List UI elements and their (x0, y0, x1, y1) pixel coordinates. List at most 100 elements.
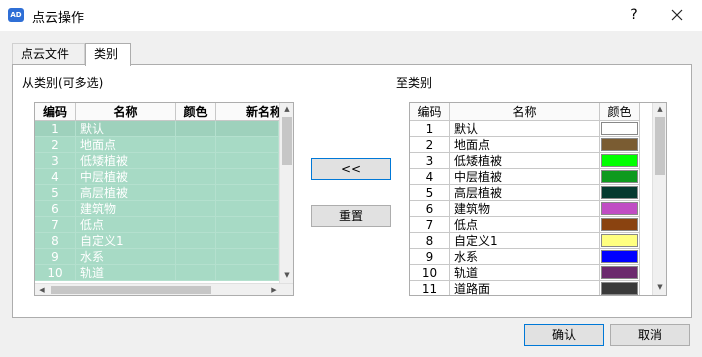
color-swatch (601, 122, 638, 135)
table-row[interactable]: 5 高层植被 (35, 185, 279, 201)
color-swatch (601, 234, 638, 247)
table-row[interactable]: 11 道路面 (410, 281, 652, 295)
app-logo-icon: AD (8, 8, 24, 22)
table-row[interactable]: 1 默认 (410, 121, 652, 137)
code-cell: 8 (35, 233, 76, 249)
color-cell (600, 249, 640, 265)
color-cell (176, 137, 216, 153)
table-row[interactable]: 4 中层植被 (410, 169, 652, 185)
scroll-down-arrow-icon[interactable]: ▼ (653, 281, 666, 293)
help-button[interactable]: ? (624, 5, 644, 25)
code-cell: 3 (35, 153, 76, 169)
confirm-button[interactable]: 确认 (524, 324, 604, 346)
code-cell: 2 (35, 137, 76, 153)
code-cell: 6 (410, 201, 450, 217)
new-name-cell (216, 153, 279, 169)
name-cell: 地面点 (450, 137, 600, 153)
name-cell: 低矮植被 (76, 153, 176, 169)
name-cell: 建筑物 (76, 201, 176, 217)
color-swatch (601, 154, 638, 167)
name-cell: 地面点 (76, 137, 176, 153)
new-name-cell (216, 169, 279, 185)
scroll-thumb[interactable] (282, 117, 292, 165)
color-swatch (601, 202, 638, 215)
color-cell (176, 153, 216, 169)
code-cell: 6 (35, 201, 76, 217)
code-cell: 2 (410, 137, 450, 153)
table-header: 编码 名称 颜色 新名称 (35, 103, 293, 121)
move-left-button[interactable]: << (311, 158, 391, 180)
table-row[interactable]: 2 地面点 (410, 137, 652, 153)
table-row[interactable]: 6 建筑物 (35, 201, 279, 217)
source-vertical-scrollbar[interactable]: ▲ ▼ (279, 103, 293, 283)
color-cell (176, 201, 216, 217)
table-row[interactable]: 2 地面点 (35, 137, 279, 153)
new-name-cell (216, 233, 279, 249)
name-cell: 轨道 (76, 265, 176, 281)
table-row[interactable]: 8 自定义1 (35, 233, 279, 249)
scroll-down-arrow-icon[interactable]: ▼ (280, 269, 293, 281)
color-cell (176, 121, 216, 137)
color-cell (176, 265, 216, 281)
new-name-cell (216, 201, 279, 217)
name-cell: 水系 (450, 249, 600, 265)
code-cell: 4 (410, 169, 450, 185)
target-vertical-scrollbar[interactable]: ▲ ▼ (652, 103, 666, 295)
table-row[interactable]: 3 低矮植被 (410, 153, 652, 169)
cancel-button[interactable]: 取消 (610, 324, 690, 346)
color-cell (600, 281, 640, 295)
table-row[interactable]: 5 高层植被 (410, 185, 652, 201)
name-cell: 道路面 (450, 281, 600, 295)
table-row[interactable]: 6 建筑物 (410, 201, 652, 217)
close-button[interactable] (666, 5, 688, 25)
name-cell: 高层植被 (76, 185, 176, 201)
table-row[interactable]: 7 低点 (35, 217, 279, 233)
name-cell: 默认 (76, 121, 176, 137)
color-cell (600, 153, 640, 169)
scroll-up-arrow-icon[interactable]: ▲ (653, 103, 666, 115)
tab-category[interactable]: 类别 (85, 43, 131, 66)
code-cell: 5 (410, 185, 450, 201)
color-cell (600, 265, 640, 281)
new-name-cell (216, 217, 279, 233)
name-cell: 自定义1 (450, 233, 600, 249)
name-cell: 水系 (76, 249, 176, 265)
color-cell (176, 185, 216, 201)
window-title: 点云操作 (32, 11, 85, 26)
color-swatch (601, 186, 638, 199)
scroll-thumb[interactable] (51, 286, 211, 294)
table-row[interactable]: 4 中层植被 (35, 169, 279, 185)
tab-point-cloud-file[interactable]: 点云文件 (12, 43, 85, 65)
table-row[interactable]: 1 默认 (35, 121, 279, 137)
code-cell: 8 (410, 233, 450, 249)
target-category-table[interactable]: 编码 名称 颜色 1 默认 2 地面点 3 低矮植被 4 中层植被 5 高层植被 6 建筑物 7 低点 8 自… (409, 102, 667, 296)
table-row[interactable]: 7 低点 (410, 217, 652, 233)
table-row[interactable]: 9 水系 (35, 249, 279, 265)
name-cell: 建筑物 (450, 201, 600, 217)
color-cell (600, 233, 640, 249)
scroll-left-arrow-icon[interactable]: ◀ (35, 284, 49, 295)
color-cell (176, 169, 216, 185)
code-cell: 10 (35, 265, 76, 281)
color-swatch (601, 138, 638, 151)
color-swatch (601, 218, 638, 231)
new-name-cell (216, 185, 279, 201)
name-cell: 默认 (450, 121, 600, 137)
name-cell: 轨道 (450, 265, 600, 281)
table-row[interactable]: 8 自定义1 (410, 233, 652, 249)
source-horizontal-scrollbar[interactable]: ◀ ▶ (35, 283, 293, 295)
table-row[interactable]: 10 轨道 (35, 265, 279, 281)
table-row[interactable]: 10 轨道 (410, 265, 652, 281)
scroll-up-arrow-icon[interactable]: ▲ (280, 103, 293, 115)
table-row[interactable]: 3 低矮植被 (35, 153, 279, 169)
table-row[interactable]: 9 水系 (410, 249, 652, 265)
source-category-table[interactable]: 编码 名称 颜色 新名称 1 默认 2 地面点 3 低矮植被 4 中层植被 5 高层植被 6 建筑物 7… (34, 102, 294, 296)
tab-label: 类别 (94, 47, 119, 61)
source-category-label: 从类别(可多选) (22, 76, 104, 90)
scroll-thumb[interactable] (655, 117, 665, 175)
reset-button[interactable]: 重置 (311, 205, 391, 227)
title-bar: AD 点云操作 ? (0, 0, 702, 31)
new-name-cell (216, 249, 279, 265)
scroll-right-arrow-icon[interactable]: ▶ (267, 284, 281, 295)
name-cell: 高层植被 (450, 185, 600, 201)
